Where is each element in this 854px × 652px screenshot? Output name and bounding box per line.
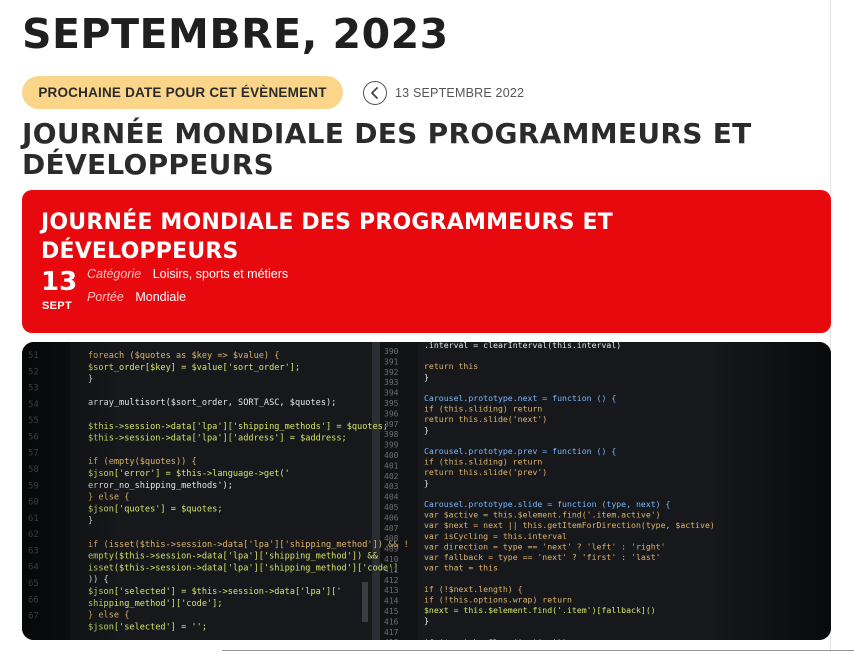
chevron-left-icon[interactable]: [363, 81, 387, 105]
event-card: JOURNÉE MONDIALE DES PROGRAMMEURS ET DÉV…: [22, 190, 831, 333]
previous-date-label[interactable]: 13 SEPTEMBRE 2022: [395, 86, 524, 100]
event-date-day: 13: [41, 267, 78, 297]
month-title: SEPTEMBRE, 2023: [22, 10, 449, 58]
event-date-month: SEPT: [42, 300, 72, 312]
event-card-title: JOURNÉE MONDIALE DES PROGRAMMEURS ET DÉV…: [41, 210, 613, 264]
bottom-divider: [222, 650, 854, 651]
next-date-button[interactable]: PROCHAINE DATE POUR CET ÉVÈNEMENT: [22, 76, 343, 109]
previous-date-link[interactable]: 13 SEPTEMBRE 2022: [363, 81, 524, 105]
category-value: Loisirs, sports et métiers: [152, 267, 289, 281]
event-scope-row: Portée Mondiale: [87, 290, 186, 304]
scope-key: Portée: [87, 290, 124, 304]
event-category-row: Catégorie Loisirs, sports et métiers: [87, 267, 288, 281]
event-title: JOURNÉE MONDIALE DES PROGRAMMEURS ET DÉV…: [22, 117, 752, 181]
scope-value: Mondiale: [135, 290, 187, 304]
code-screenshot-image: 5152535455565758596061626364656667 forea…: [22, 342, 831, 640]
category-key: Catégorie: [87, 267, 142, 281]
event-page: SEPTEMBRE, 2023 PROCHAINE DATE POUR CET …: [0, 0, 854, 652]
code-screenshot-svg: 5152535455565758596061626364656667 forea…: [22, 342, 831, 640]
